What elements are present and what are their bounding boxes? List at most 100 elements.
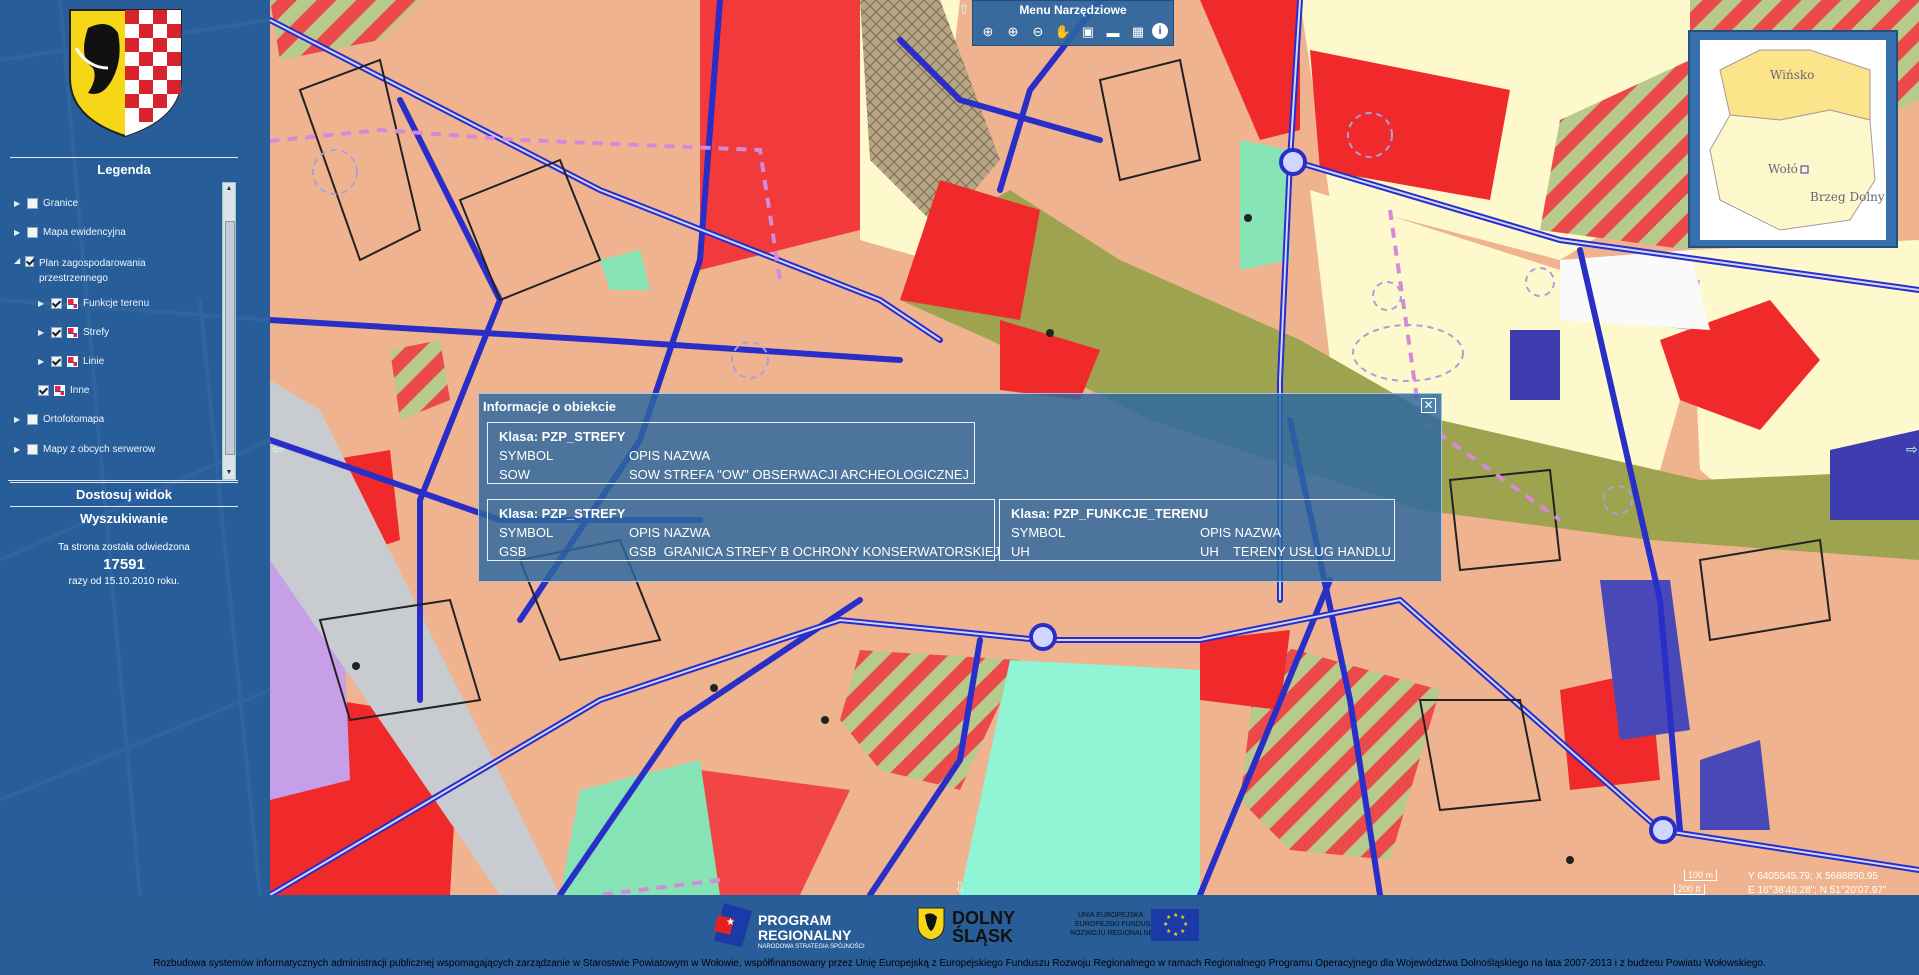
scale-bar-metric: 100 m xyxy=(1684,870,1718,881)
zone-commercial xyxy=(700,0,860,270)
svg-text:★: ★ xyxy=(1163,921,1168,928)
info-icon[interactable]: i xyxy=(1152,23,1168,39)
logo-text: PROGRAM xyxy=(758,912,832,928)
feature-header: OPIS NAZWA xyxy=(629,448,711,463)
scroll-thumb[interactable] xyxy=(225,221,235,455)
expand-arrow-icon[interactable]: ▶ xyxy=(14,445,22,454)
close-icon[interactable]: ✕ xyxy=(1421,398,1436,413)
feature-header: OPIS NAZWA xyxy=(629,525,711,540)
collapse-arrow-icon[interactable]: ◢ xyxy=(14,256,20,265)
legend-item-plan[interactable]: ◢ Plan zagospodarowania przestrzennego xyxy=(14,256,174,286)
checkbox[interactable] xyxy=(27,444,38,455)
checkbox-checked[interactable] xyxy=(25,256,34,267)
pan-left-arrow[interactable]: ⇦ xyxy=(272,441,284,457)
visit-count: 17591 xyxy=(103,556,145,573)
legend-item-inne[interactable]: Inne xyxy=(38,385,89,396)
checkbox-checked[interactable] xyxy=(51,356,62,367)
pan-hand-icon[interactable]: ✋ xyxy=(1054,23,1072,41)
legend-item-linie[interactable]: ▶ Linie xyxy=(38,356,104,367)
zoom-in-icon[interactable]: ⊕ xyxy=(1004,23,1022,41)
zoom-extent-icon[interactable]: ⊕ xyxy=(979,23,997,41)
expand-arrow-icon[interactable]: ▶ xyxy=(14,228,22,237)
feature-class: Klasa: PZP_STREFY xyxy=(499,429,626,444)
pan-down-arrow[interactable]: ⇩ xyxy=(954,879,966,895)
measure-area-icon[interactable]: ▦ xyxy=(1129,23,1147,41)
tools-menu: Menu Narzędziowe ⊕ ⊕ ⊖ ✋ ▣ ▬ ▦ i xyxy=(972,0,1174,46)
search-button[interactable]: Wyszukiwanie xyxy=(10,506,238,526)
svg-text:★: ★ xyxy=(1180,914,1185,921)
checkbox[interactable] xyxy=(27,198,38,209)
zoom-out-icon[interactable]: ⊖ xyxy=(1029,23,1047,41)
dialog-title: Informacje o obiekcie xyxy=(483,399,616,414)
feature-value: GSB GRANICA STREFY B OCHRONY KONSERWATOR… xyxy=(629,544,1001,559)
legend-item-label: Linie xyxy=(83,356,105,367)
expand-arrow-icon[interactable]: ▶ xyxy=(14,199,22,208)
legend-title: Legenda xyxy=(10,157,238,177)
checkbox-checked[interactable] xyxy=(51,327,62,338)
footer-credit: Rozbudowa systemów informatycznych admin… xyxy=(153,958,1766,969)
dolny-slask-crest-icon xyxy=(917,907,945,941)
feature-card: Klasa: PZP_FUNKCJE_TERENU SYMBOL OPIS NA… xyxy=(999,499,1395,561)
coordinates-xy: Y 6405545.79; X 5688850.95 xyxy=(1748,871,1878,882)
legend-scrollbar[interactable]: ▲ ▼ xyxy=(222,182,236,480)
overview-label: Brzeg Dolny xyxy=(1810,190,1885,204)
fit-view-button[interactable]: Dostosuj widok xyxy=(10,482,238,502)
logo-text: UNIA EUROPEJSKA xyxy=(1078,912,1144,919)
logo-text: ŚLĄSK xyxy=(952,926,1014,946)
checkbox-checked[interactable] xyxy=(51,298,62,309)
overview-label: Wołó xyxy=(1768,162,1798,176)
legend-item-granice[interactable]: ▶ Granice xyxy=(14,198,78,209)
legend-item-ortofotomapa[interactable]: ▶ Ortofotomapa xyxy=(14,414,104,425)
logo-text: EUROPEJSKI FUNDUSZ xyxy=(1075,921,1155,928)
zone-commercial xyxy=(1200,630,1290,710)
scroll-up-icon[interactable]: ▲ xyxy=(224,184,234,194)
eu-flag-icon: ★ ★★★ ★★★★ xyxy=(1151,909,1199,941)
legend-item-strefy[interactable]: ▶ Strefy xyxy=(38,327,109,338)
legend-item-label: Ortofotomapa xyxy=(43,414,105,425)
checkbox-checked[interactable] xyxy=(38,385,49,396)
svg-text:★: ★ xyxy=(1180,928,1185,935)
feature-card: Klasa: PZP_STREFY SYMBOL OPIS NAZWA SOW … xyxy=(487,422,975,484)
legend-item-mapy-obce[interactable]: ▶ Mapy z obcych serwerow xyxy=(14,444,155,455)
feature-value: GSB xyxy=(499,544,527,559)
overview-map-canvas[interactable]: Wińsko Wołó Brzeg Dolny xyxy=(1700,40,1886,240)
layer-icon xyxy=(67,356,78,367)
layer-icon xyxy=(54,385,65,396)
feature-header: SYMBOL xyxy=(1011,525,1066,540)
roundabout xyxy=(1279,148,1307,176)
feature-card: Klasa: PZP_STREFY SYMBOL OPIS NAZWA GSB … xyxy=(487,499,1000,561)
tools-menu-title: Menu Narzędziowe xyxy=(1019,3,1127,17)
feature-header: SYMBOL xyxy=(499,448,554,463)
logo-text: REGIONALNY xyxy=(758,927,852,943)
legend-item-label: Plan zagospodarowania przestrzennego xyxy=(38,258,146,284)
legend-item-funkcje-terenu[interactable]: ▶ Funkcje terenu xyxy=(38,298,149,309)
legend-item-label: Mapy z obcych serwerow xyxy=(43,444,156,455)
checkbox[interactable] xyxy=(27,414,38,425)
feature-value: UH xyxy=(1011,544,1030,559)
legend-item-mapa-ewidencyjna[interactable]: ▶ Mapa ewidencyjna xyxy=(14,227,126,238)
overview-map[interactable]: Wińsko Wołó Brzeg Dolny xyxy=(1688,30,1898,248)
feature-value: UH TERENY USŁUG HANDLU xyxy=(1200,544,1391,559)
svg-text:★: ★ xyxy=(1166,914,1171,921)
logo-text: ROZWOJU REGIONALNEGO xyxy=(1070,930,1165,937)
logo-text: NARODOWA STRATEGIA SPÓJNOŚCI xyxy=(758,944,865,950)
zoom-box-icon[interactable]: ▣ xyxy=(1079,23,1097,41)
visit-text: razy od 15.10.2010 roku. xyxy=(68,576,180,587)
checkbox[interactable] xyxy=(27,227,38,238)
roundabout xyxy=(1649,816,1677,844)
feature-header: OPIS NAZWA xyxy=(1200,525,1282,540)
expand-arrow-icon[interactable]: ▶ xyxy=(38,328,46,337)
feature-class: Klasa: PZP_STREFY xyxy=(499,506,626,521)
layer-icon xyxy=(67,327,78,338)
pan-up-arrow[interactable]: ⇧ xyxy=(958,1,970,17)
scroll-down-icon[interactable]: ▼ xyxy=(224,468,234,478)
svg-text:★: ★ xyxy=(1173,912,1178,919)
expand-arrow-icon[interactable]: ▶ xyxy=(14,415,22,424)
measure-distance-icon[interactable]: ▬ xyxy=(1104,23,1122,41)
pan-right-arrow[interactable]: ⇨ xyxy=(1906,441,1918,457)
svg-text:★: ★ xyxy=(726,917,735,928)
visit-text: Ta strona została odwiedzona xyxy=(58,542,190,553)
expand-arrow-icon[interactable]: ▶ xyxy=(38,357,46,366)
svg-text:★: ★ xyxy=(1183,921,1188,928)
expand-arrow-icon[interactable]: ▶ xyxy=(38,299,46,308)
